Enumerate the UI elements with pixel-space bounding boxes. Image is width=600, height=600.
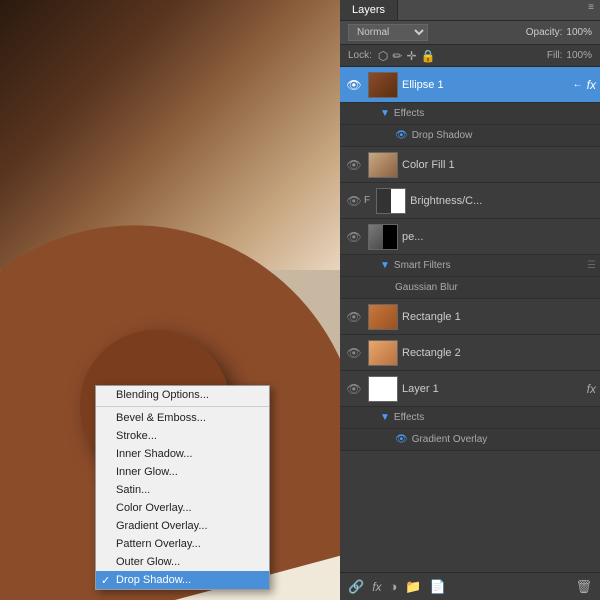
visibility-colorfill1[interactable]: 👁 (344, 158, 364, 172)
layer-name-rectangle2: Rectangle 2 (402, 347, 596, 359)
layer-name-layer1: Layer 1 (402, 383, 583, 395)
filter-icon: F (364, 195, 370, 206)
blend-opacity-row: Normal Opacity: 100% (340, 21, 600, 45)
visibility-rectangle1[interactable]: 👁 (344, 310, 364, 324)
effects-label: Effects (394, 108, 424, 119)
menu-item-inner-shadow[interactable]: Inner Shadow... (96, 445, 269, 463)
lock-fill-row: Lock: ⬡ ✏ ✛ 🔒 Fill: 100% (340, 45, 600, 67)
link-button[interactable]: 🔗 (348, 579, 364, 595)
menu-divider (96, 406, 269, 407)
context-menu: Blending Options... Bevel & Emboss... St… (95, 385, 270, 590)
visibility-layer1[interactable]: 👁 (344, 382, 364, 396)
fill-value: 100% (566, 50, 592, 61)
layer-name-ellipse1: Ellipse 1 (402, 79, 569, 91)
thumbnail-layer1 (368, 376, 398, 402)
opacity-section: Opacity: 100% (526, 27, 592, 38)
delete-button[interactable]: 🗑 (575, 579, 592, 595)
opacity-label: Opacity: (526, 27, 563, 38)
new-layer-button[interactable]: 📄 (430, 579, 446, 595)
layer-row-smart[interactable]: 👁 pe... (340, 219, 600, 255)
menu-item-drop-shadow[interactable]: Drop Shadow... (96, 571, 269, 589)
lock-transparent-icon[interactable]: ⬡ (378, 49, 388, 63)
layer-name-brightness: Brightness/C... (410, 195, 596, 207)
smart-filters-row: ▼ Smart Filters ☰ (340, 255, 600, 277)
smart-filters-icon: ▼ (380, 260, 390, 271)
fx-icon-ellipse1: fx (587, 78, 596, 92)
smart-filters-options-icon: ☰ (587, 260, 596, 271)
thumbnail-smart (368, 224, 398, 250)
visibility-rectangle2[interactable]: 👁 (344, 346, 364, 360)
fill-label: Fill: (547, 50, 563, 61)
lock-all-icon[interactable]: 🔒 (421, 49, 436, 63)
fill-section: Fill: 100% (547, 50, 592, 61)
lock-label: Lock: (348, 50, 372, 61)
effects-label-layer1: Effects (394, 412, 424, 423)
thumbnail-rectangle1 (368, 304, 398, 330)
arrow-icon-ellipse1: ← (573, 79, 583, 90)
menu-item-satin[interactable]: Satin... (96, 481, 269, 499)
layer-row-colorfill1[interactable]: 👁 Color Fill 1 (340, 147, 600, 183)
blend-mode-select[interactable]: Normal (348, 24, 428, 41)
fx-button[interactable]: fx (372, 580, 381, 594)
gaussian-blur-row[interactable]: Gaussian Blur (340, 277, 600, 299)
effects-expand-icon-layer1: ▼ (380, 412, 390, 423)
layers-bottom-bar: 🔗 fx ◑ 📁 📄 🗑 (340, 572, 600, 600)
menu-item-gradient-overlay[interactable]: Gradient Overlay... (96, 517, 269, 535)
lock-paint-icon[interactable]: ✏ (392, 49, 402, 63)
thumbnail-colorfill1 (368, 152, 398, 178)
layers-list: 👁 Ellipse 1 ← fx ▼ Effects 👁 Drop Shadow… (340, 67, 600, 572)
menu-item-color-overlay[interactable]: Color Overlay... (96, 499, 269, 517)
group-button[interactable]: 📁 (405, 579, 421, 595)
layers-panel: Layers ≡ Normal Opacity: 100% Lock: ⬡ ✏ … (340, 0, 600, 600)
menu-item-outer-glow[interactable]: Outer Glow... (96, 553, 269, 571)
tab-layers[interactable]: Layers (340, 0, 398, 20)
thumbnail-brightness (376, 188, 406, 214)
fx-icon-layer1: fx (587, 382, 596, 396)
menu-item-inner-glow[interactable]: Inner Glow... (96, 463, 269, 481)
gradient-overlay-label: Gradient Overlay (412, 434, 488, 445)
gradient-overlay-effect-row[interactable]: 👁 Gradient Overlay (340, 429, 600, 451)
menu-item-bevel-emboss[interactable]: Bevel & Emboss... (96, 409, 269, 427)
gradient-overlay-visibility-icon[interactable]: 👁 (395, 434, 408, 445)
visibility-ellipse1[interactable]: 👁 (344, 78, 364, 92)
layer-name-rectangle1: Rectangle 1 (402, 311, 596, 323)
opacity-value: 100% (566, 27, 592, 38)
canvas-area: Blending Options... Bevel & Emboss... St… (0, 0, 340, 600)
panel-options-button[interactable]: ≡ (582, 0, 600, 20)
layer-row-rectangle1[interactable]: 👁 Rectangle 1 (340, 299, 600, 335)
menu-item-blending-options[interactable]: Blending Options... (96, 386, 269, 404)
gaussian-blur-label: Gaussian Blur (395, 282, 458, 293)
thumbnail-rectangle2 (368, 340, 398, 366)
adjustment-button[interactable]: ◑ (390, 579, 398, 594)
layer-row-layer1[interactable]: 👁 Layer 1 fx (340, 371, 600, 407)
effect-visibility-icon[interactable]: 👁 (395, 130, 408, 141)
lock-icons: ⬡ ✏ ✛ 🔒 (378, 49, 436, 63)
layer-row-brightness[interactable]: 👁 F Brightness/C... (340, 183, 600, 219)
layer-row-rectangle2[interactable]: 👁 Rectangle 2 (340, 335, 600, 371)
layer-name-smart: pe... (402, 231, 596, 243)
smart-filters-label: Smart Filters (394, 260, 451, 271)
main-container: Blending Options... Bevel & Emboss... St… (0, 0, 600, 600)
drop-shadow-effect-row[interactable]: 👁 Drop Shadow (340, 125, 600, 147)
drop-shadow-label: Drop Shadow (412, 130, 473, 141)
mask-smart (383, 225, 397, 249)
effects-row-ellipse1: ▼ Effects (340, 103, 600, 125)
effects-icon: ▼ (380, 108, 390, 119)
effects-row-layer1: ▼ Effects (340, 407, 600, 429)
panel-tab-bar: Layers ≡ (340, 0, 600, 21)
thumbnail-ellipse1 (368, 72, 398, 98)
menu-item-stroke[interactable]: Stroke... (96, 427, 269, 445)
visibility-smart[interactable]: 👁 (344, 230, 364, 244)
lock-move-icon[interactable]: ✛ (406, 49, 416, 63)
visibility-brightness[interactable]: 👁 (344, 194, 364, 208)
layer-row-ellipse1[interactable]: 👁 Ellipse 1 ← fx (340, 67, 600, 103)
layer-name-colorfill1: Color Fill 1 (402, 159, 596, 171)
menu-item-pattern-overlay[interactable]: Pattern Overlay... (96, 535, 269, 553)
